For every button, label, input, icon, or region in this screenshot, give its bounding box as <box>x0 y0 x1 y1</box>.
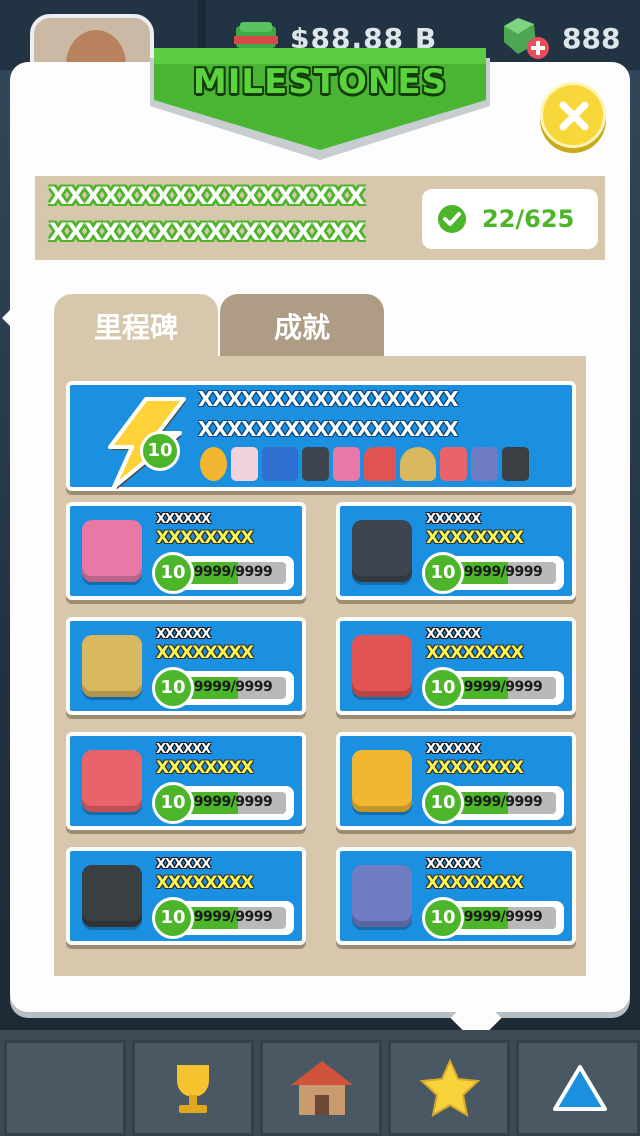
trophy-icon <box>177 1065 209 1113</box>
nav-star[interactable] <box>388 1040 510 1136</box>
milestone-card[interactable]: XXXXXX XXXXXXXX 9999/9999 10 <box>66 617 306 715</box>
sneaker-icon <box>352 635 412 697</box>
ring-icon <box>200 447 227 481</box>
monitor-icon <box>82 865 142 927</box>
level-badge: 10 <box>152 897 194 939</box>
feature-milestone-card[interactable]: 10 XXXXXXXXXXXXXXXXXX XXXXXXXXXXXXXXXXXX <box>66 381 576 491</box>
star-icon <box>419 1058 481 1117</box>
summary-text-line-1: XXXXXXXXXXXXXXXXXX <box>49 182 365 210</box>
close-button[interactable] <box>540 82 606 148</box>
washer-icon <box>471 447 498 481</box>
progress-text: 9999/9999 <box>463 909 543 925</box>
milestone-subtitle: XXXXXXXX <box>426 528 524 548</box>
panel-title: MILESTONES <box>192 62 448 102</box>
lamp-icon <box>400 447 436 481</box>
speaker-icon <box>352 520 412 582</box>
ring-icon <box>352 750 412 812</box>
nav-house[interactable] <box>260 1040 382 1136</box>
milestone-subtitle: XXXXXXXX <box>156 758 254 778</box>
milestone-subtitle: XXXXXXXX <box>156 873 254 893</box>
nav-trophy[interactable] <box>132 1040 254 1136</box>
progress-text: 9999/9999 <box>193 794 273 810</box>
close-icon <box>559 101 589 131</box>
triangle-icon <box>553 1065 607 1111</box>
milestone-name: XXXXXX <box>426 742 481 757</box>
feature-text-line-2: XXXXXXXXXXXXXXXXXX <box>198 417 459 441</box>
milestone-subtitle: XXXXXXXX <box>426 643 524 663</box>
milestone-name: XXXXXX <box>156 627 211 642</box>
progress-text: 9999/9999 <box>463 679 543 695</box>
level-badge: 10 <box>422 552 464 594</box>
progress-text: 9999/9999 <box>193 564 273 580</box>
milestone-name: XXXXXX <box>426 857 481 872</box>
progress-text: 9999/9999 <box>193 909 273 925</box>
milestone-card[interactable]: XXXXXX XXXXXXXX 9999/9999 10 <box>336 502 576 600</box>
panel-pointer-right <box>602 838 616 866</box>
speaker-icon <box>302 447 329 481</box>
progress-text: 9999/9999 <box>463 794 543 810</box>
tab-milestones[interactable]: 里程碑 <box>54 294 218 356</box>
book-icon <box>82 520 142 582</box>
level-badge: 10 <box>422 667 464 709</box>
completion-counter: 22/625 <box>422 189 598 249</box>
gem-icon[interactable] <box>500 14 550 62</box>
milestone-name: XXXXXX <box>426 512 481 527</box>
level-badge: 10 <box>422 897 464 939</box>
milestone-name: XXXXXX <box>426 627 481 642</box>
house-icon <box>291 1061 353 1115</box>
progress-text: 9999/9999 <box>463 564 543 580</box>
level-badge: 10 <box>152 667 194 709</box>
shirt-icon <box>440 447 467 481</box>
gem-count: 888 <box>562 22 621 55</box>
milestone-card[interactable]: XXXXXX XXXXXXXX 9999/9999 10 <box>336 617 576 715</box>
level-badge: 10 <box>152 552 194 594</box>
panel-pointer-left <box>2 304 16 332</box>
level-badge: 10 <box>140 431 180 471</box>
book-icon <box>333 447 360 481</box>
milestone-name: XXXXXX <box>156 742 211 757</box>
milestone-card[interactable]: XXXXXX XXXXXXXX 9999/9999 10 <box>336 732 576 830</box>
washer-icon <box>352 865 412 927</box>
summary-text-line-2: XXXXXXXXXXXXXXXXXX <box>49 218 365 246</box>
milestone-name: XXXXXX <box>156 857 211 872</box>
easel-icon <box>231 447 258 481</box>
car-icon <box>262 447 298 481</box>
milestone-card[interactable]: XXXXXX XXXXXXXX 9999/9999 10 <box>66 847 306 945</box>
milestone-subtitle: XXXXXXXX <box>156 643 254 663</box>
shirt-icon <box>82 750 142 812</box>
milestone-card[interactable]: XXXXXX XXXXXXXX 9999/9999 10 <box>66 502 306 600</box>
level-badge: 10 <box>152 782 194 824</box>
milestone-subtitle: XXXXXXXX <box>426 873 524 893</box>
check-icon <box>438 205 466 233</box>
milestone-card[interactable]: XXXXXX XXXXXXXX 9999/9999 10 <box>336 847 576 945</box>
nav-triangle[interactable] <box>516 1040 640 1136</box>
milestone-name: XXXXXX <box>156 512 211 527</box>
feature-text-line-1: XXXXXXXXXXXXXXXXXX <box>198 387 459 411</box>
level-badge: 10 <box>422 782 464 824</box>
sneaker-icon <box>364 447 396 481</box>
tab-achievements[interactable]: 成就 <box>220 294 384 356</box>
nav-slot-empty <box>4 1040 126 1136</box>
milestone-subtitle: XXXXXXXX <box>156 528 254 548</box>
monitor-icon <box>502 447 529 481</box>
lamp-icon <box>82 635 142 697</box>
completion-count: 22/625 <box>482 205 575 233</box>
progress-text: 9999/9999 <box>193 679 273 695</box>
milestone-subtitle: XXXXXXXX <box>426 758 524 778</box>
feature-icons-row <box>200 447 529 481</box>
milestone-card[interactable]: XXXXXX XXXXXXXX 9999/9999 10 <box>66 732 306 830</box>
